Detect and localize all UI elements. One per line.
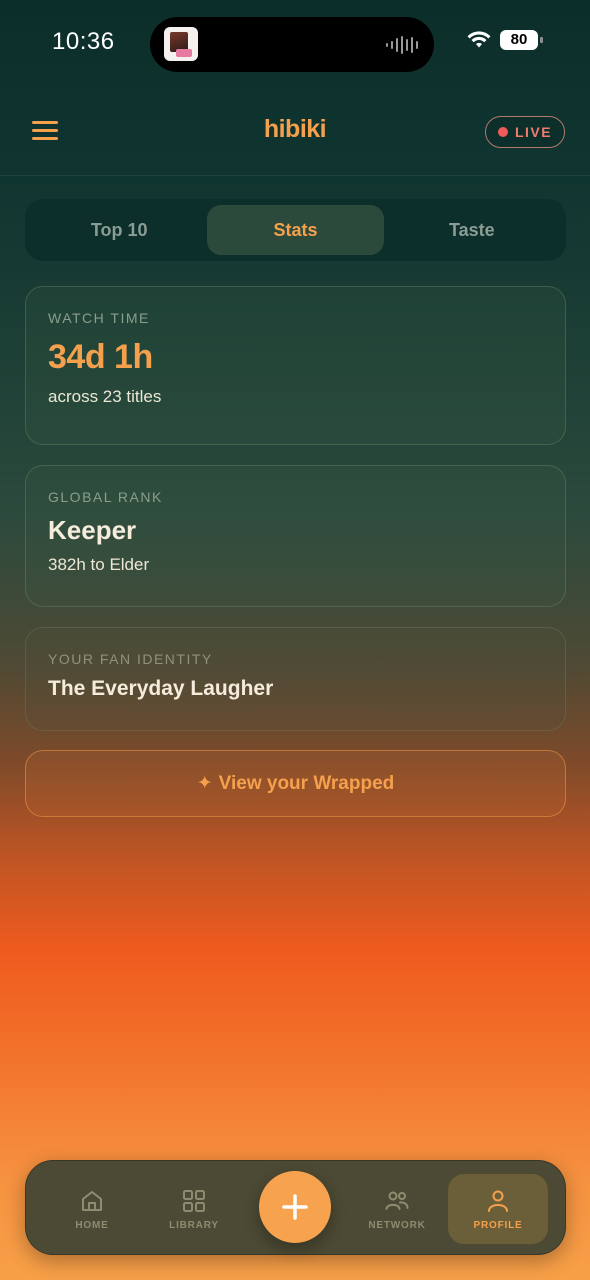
tab-stats[interactable]: Stats <box>207 205 384 255</box>
nav-library-label: LIBRARY <box>169 1219 219 1231</box>
battery-icon: 80 <box>500 30 543 50</box>
view-wrapped-label: View your Wrapped <box>218 772 395 794</box>
battery-level: 80 <box>510 31 528 48</box>
watch-time-card: WATCH TIME 34d 1h across 23 titles <box>25 286 566 445</box>
global-rank-sub: 382h to Elder <box>48 555 150 574</box>
nav-network-label: NETWORK <box>368 1219 426 1231</box>
global-rank-card: GLOBAL RANK Keeper 382h to Elder <box>25 465 566 607</box>
grid-icon <box>183 1189 205 1212</box>
nav-library[interactable]: LIBRARY <box>144 1174 244 1244</box>
view-wrapped-button[interactable]: ✦ View your Wrapped <box>25 750 566 817</box>
live-dot-icon <box>497 127 508 137</box>
plus-icon <box>282 1194 308 1220</box>
tab-taste[interactable]: Taste <box>384 205 560 255</box>
nav-profile[interactable]: PROFILE <box>448 1174 548 1244</box>
wifi-icon <box>467 31 491 48</box>
global-rank-label: GLOBAL RANK <box>48 489 163 505</box>
tab-top-10[interactable]: Top 10 <box>31 205 207 255</box>
nav-network[interactable]: NETWORK <box>347 1174 447 1244</box>
album-art-icon <box>164 27 198 61</box>
nav-home-label: HOME <box>75 1219 109 1231</box>
fan-identity-label: YOUR FAN IDENTITY <box>48 651 213 667</box>
dynamic-island[interactable] <box>150 17 434 72</box>
nav-profile-label: PROFILE <box>473 1219 523 1231</box>
status-time: 10:36 <box>52 28 115 55</box>
live-button[interactable]: LIVE <box>485 116 565 148</box>
status-bar: 10:36 80 <box>0 0 590 88</box>
status-indicators: 80 <box>466 30 543 50</box>
app-header: hibiki LIVE <box>0 88 590 176</box>
person-icon <box>488 1190 508 1212</box>
fan-identity-card: YOUR FAN IDENTITY The Everyday Laugher <box>25 627 566 731</box>
people-icon <box>385 1191 409 1210</box>
live-label: LIVE <box>514 124 553 140</box>
nav-home[interactable]: HOME <box>42 1174 142 1244</box>
add-button[interactable] <box>259 1171 331 1243</box>
profile-tabs: Top 10 Stats Taste <box>25 199 566 261</box>
fan-identity-value: The Everyday Laugher <box>48 677 274 700</box>
sparkle-icon: ✦ <box>196 773 213 794</box>
watch-time-sub: across 23 titles <box>48 387 162 406</box>
watch-time-label: WATCH TIME <box>48 310 150 326</box>
global-rank-value: Keeper <box>48 515 137 545</box>
watch-time-value: 34d 1h <box>48 338 153 376</box>
bottom-nav: HOME LIBRARY NETWORK PROFILE <box>25 1160 566 1255</box>
audio-wave-icon <box>386 36 418 54</box>
home-icon <box>82 1190 102 1211</box>
